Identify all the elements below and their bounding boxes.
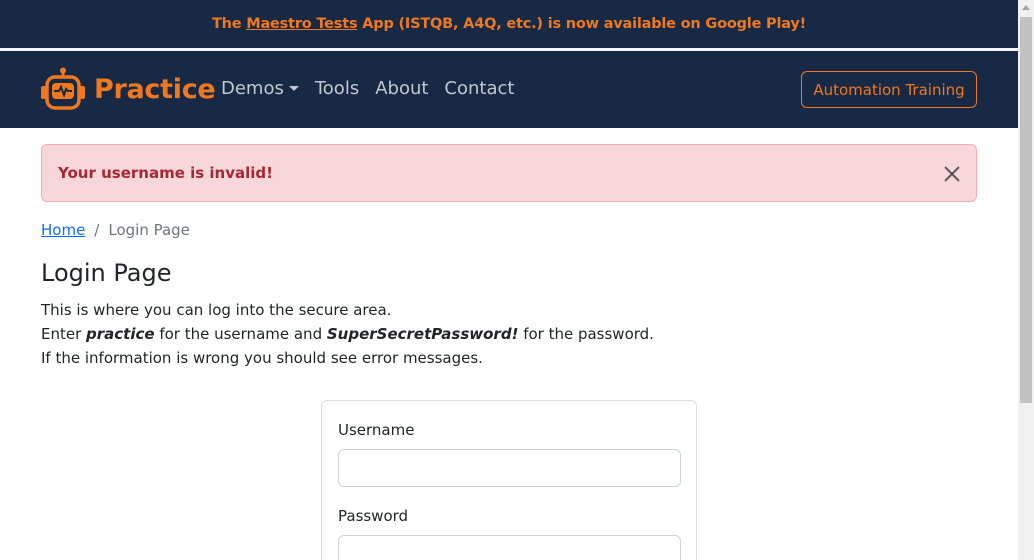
password-input[interactable] (338, 535, 681, 560)
nav-links: Demos Tools About Contact (221, 78, 530, 99)
username-input[interactable] (338, 449, 681, 487)
breadcrumb-current: Login Page (108, 221, 190, 239)
vertical-scrollbar[interactable] (1018, 0, 1034, 560)
username-label: Username (338, 421, 415, 439)
username-hint: practice (86, 325, 155, 343)
navbar: Practice Demos Tools About Contact Autom… (0, 51, 1018, 128)
scroll-up-arrow-icon[interactable] (1022, 5, 1030, 10)
password-hint: SuperSecretPassword! (326, 325, 519, 343)
brand-link[interactable]: Practice (40, 67, 216, 111)
alert-message: Your username is invalid! (58, 164, 273, 182)
description-line-2: Enter practice for the username and Supe… (41, 322, 654, 346)
promo-suffix: App (ISTQB, A4Q, etc.) is now available … (357, 16, 807, 32)
login-form-card: Username Password (321, 400, 697, 560)
automation-training-button[interactable]: Automation Training (801, 71, 977, 108)
nav-tools[interactable]: Tools (315, 78, 359, 99)
robot-logo-icon (41, 67, 85, 110)
page-description: This is where you can log into the secur… (41, 298, 654, 370)
description-line-1: This is where you can log into the secur… (41, 301, 392, 319)
line2-mid: for the username and (154, 325, 327, 343)
breadcrumb-separator: / (94, 221, 100, 239)
error-alert: Your username is invalid! (41, 144, 977, 202)
promo-prefix: The (211, 16, 247, 32)
brand-name: Practice (94, 73, 216, 105)
scroll-thumb[interactable] (1020, 17, 1032, 403)
close-icon[interactable] (942, 164, 962, 184)
page-title: Login Page (41, 259, 172, 287)
nav-contact[interactable]: Contact (444, 78, 514, 99)
line2-pre: Enter (41, 325, 87, 343)
nav-demos-dropdown[interactable]: Demos (221, 78, 299, 99)
promo-link[interactable]: Maestro Tests (246, 16, 357, 32)
breadcrumb-home[interactable]: Home (41, 221, 85, 239)
caret-down-icon (288, 86, 299, 91)
breadcrumb: Home / Login Page (41, 221, 190, 239)
description-line-3: If the information is wrong you should s… (41, 349, 483, 367)
viewport: The Maestro Tests App (ISTQB, A4Q, etc.)… (0, 0, 1034, 560)
line2-post: for the password. (518, 325, 654, 343)
nav-demos-label: Demos (221, 78, 284, 99)
promo-banner: The Maestro Tests App (ISTQB, A4Q, etc.)… (0, 0, 1018, 48)
password-label: Password (338, 507, 409, 525)
nav-about[interactable]: About (375, 78, 428, 99)
